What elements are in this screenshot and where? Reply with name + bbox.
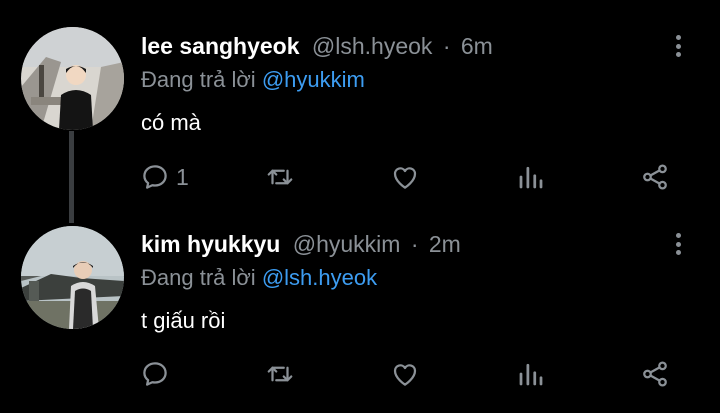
reply-button[interactable]: 1 <box>140 159 189 195</box>
comment-icon <box>143 362 167 386</box>
share-icon <box>643 164 667 190</box>
reply-button[interactable] <box>140 356 176 392</box>
like-button[interactable] <box>390 356 420 392</box>
user-handle[interactable]: @lsh.hyeok <box>312 33 433 59</box>
reply-mention-link[interactable]: @hyukkim <box>262 67 365 92</box>
timestamp[interactable]: 2m <box>429 231 461 257</box>
stats-button[interactable] <box>516 159 546 195</box>
timestamp[interactable]: 6m <box>461 33 493 59</box>
retweet-button[interactable] <box>265 356 295 392</box>
tweet-actions: 1 <box>140 159 685 195</box>
tweet-header: lee sanghyeok @lsh.hyeok · 6m <box>141 31 493 61</box>
display-name[interactable]: lee sanghyeok <box>141 33 300 59</box>
heart-icon <box>393 364 417 386</box>
tweet-text: t giấu rồi <box>141 308 226 333</box>
reply-count: 1 <box>176 163 189 190</box>
tweet-actions <box>140 356 685 392</box>
replying-to-label: Đang trả lời <box>141 67 256 92</box>
tweet-text: có mà <box>141 110 201 135</box>
display-name[interactable]: kim hyukkyu <box>141 231 280 257</box>
comment-icon <box>143 165 167 189</box>
more-options-icon[interactable] <box>668 229 688 259</box>
avatar-lee-sanghyeok[interactable] <box>21 27 124 130</box>
tweet-header: kim hyukkyu @hyukkim · 2m <box>141 229 461 259</box>
heart-icon <box>393 167 417 189</box>
retweet-icon <box>267 169 293 185</box>
user-handle[interactable]: @hyukkim <box>293 231 401 257</box>
replying-to-label: Đang trả lời <box>141 265 256 290</box>
separator-dot: · <box>410 231 419 257</box>
avatar-kim-hyukkyu[interactable] <box>21 226 124 329</box>
stats-button[interactable] <box>516 356 546 392</box>
retweet-button[interactable] <box>265 159 295 195</box>
thread-line <box>69 131 74 223</box>
replying-to: Đang trả lời @lsh.hyeok <box>141 265 377 291</box>
like-button[interactable] <box>390 159 420 195</box>
reply-mention-link[interactable]: @lsh.hyeok <box>262 265 377 290</box>
more-options-icon[interactable] <box>668 31 688 61</box>
replying-to: Đang trả lời @hyukkim <box>141 67 365 93</box>
stats-icon <box>519 166 543 189</box>
share-button[interactable] <box>640 356 670 392</box>
share-button[interactable] <box>640 159 670 195</box>
separator-dot: · <box>442 33 451 59</box>
retweet-icon <box>267 366 293 382</box>
share-icon <box>643 361 667 387</box>
stats-icon <box>519 363 543 386</box>
